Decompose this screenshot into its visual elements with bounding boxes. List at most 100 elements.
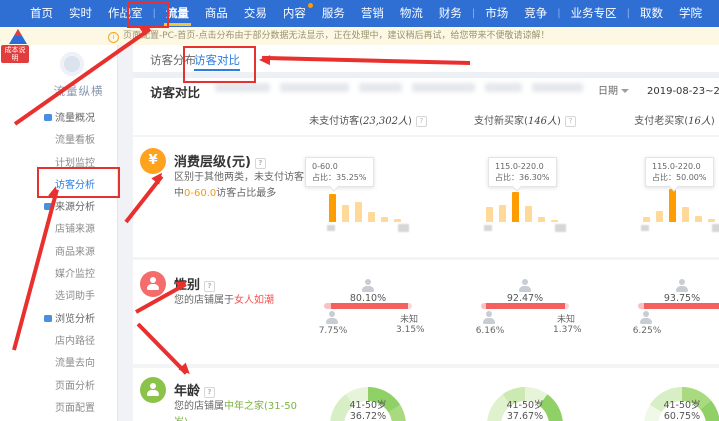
- gender-bar: [324, 303, 412, 309]
- donut-center-value: 60.75%: [650, 411, 714, 421]
- gender-icon: [140, 271, 166, 297]
- sidebar-item-label: 商品来源: [55, 247, 95, 258]
- nav-item-业务专区[interactable]: 业务专区: [563, 0, 625, 27]
- nav-item-营销[interactable]: 营销: [353, 0, 392, 27]
- nav-item-交易[interactable]: 交易: [236, 0, 275, 27]
- sidebar-item[interactable]: 流量去向: [40, 353, 117, 375]
- male-icon: [640, 311, 652, 324]
- bar[interactable]: [368, 212, 375, 222]
- section-divider: [133, 135, 719, 137]
- bar[interactable]: [538, 217, 545, 222]
- desc-text: 访客占比最多: [216, 188, 276, 199]
- bar[interactable]: [695, 216, 702, 222]
- help-icon[interactable]: ?: [565, 116, 576, 127]
- sidebar-item[interactable]: 店铺来源: [40, 219, 117, 241]
- nav-item-流量[interactable]: 流量: [158, 0, 197, 27]
- nav-item-取数[interactable]: 取数: [632, 0, 671, 27]
- bar[interactable]: [486, 207, 493, 222]
- bar-tooltip: 115.0-220.0占比：36.30%: [488, 157, 557, 187]
- unknown-segment: [408, 303, 412, 309]
- nav-divider: |: [625, 8, 632, 19]
- help-icon[interactable]: ?: [204, 387, 215, 398]
- tooltip-range: 0-60.0: [312, 161, 367, 172]
- notice-text: 页面配置-PC-首页-点击分布由于部分数据无法显示，正在处理中，建议稍后再试，给…: [123, 31, 549, 41]
- axis-tick: [484, 225, 492, 231]
- sidebar-item[interactable]: 店内路径: [40, 331, 117, 353]
- sidebar-item[interactable]: 流量概况: [40, 108, 117, 130]
- sidebar-item[interactable]: 选词助手: [40, 286, 117, 308]
- tab-visitor-compare[interactable]: 访客对比: [194, 52, 240, 68]
- donut-center-label: 41-50岁: [493, 397, 557, 411]
- bar[interactable]: [512, 192, 519, 222]
- sidebar-item[interactable]: 来源分析: [40, 197, 117, 219]
- bar[interactable]: [643, 217, 650, 222]
- tab-strip-divider: [133, 72, 719, 78]
- bar[interactable]: [525, 206, 532, 222]
- bar[interactable]: [669, 189, 676, 222]
- notice-bar: i页面配置-PC-首页-点击分布由于部分数据无法显示，正在处理中，建议稍后再试，…: [0, 27, 719, 45]
- male-icon: [326, 311, 338, 324]
- nav-item-竞争[interactable]: 竞争: [516, 0, 555, 27]
- sidebar-title: 流量纵横: [40, 83, 117, 99]
- section-divider: [133, 364, 719, 368]
- tab-active-underline-icon: [194, 69, 240, 71]
- nav-item-作战室[interactable]: 作战室: [100, 0, 151, 27]
- nav-item-内容[interactable]: 内容: [275, 0, 314, 27]
- nav-item-商品[interactable]: 商品: [197, 0, 236, 27]
- corner-badge[interactable]: 成本说明: [1, 45, 29, 63]
- donut-center-value: 36.72%: [336, 411, 400, 421]
- sidebar-item[interactable]: 商品来源: [40, 242, 117, 264]
- sidebar-item[interactable]: 媒介监控: [40, 264, 117, 286]
- sidebar-item[interactable]: 访客分析: [40, 175, 117, 197]
- person-icon: [147, 277, 159, 290]
- sidebar-item[interactable]: 计划监控: [40, 153, 117, 175]
- bar[interactable]: [551, 220, 558, 222]
- sidebar-item[interactable]: 页面配置: [40, 398, 117, 420]
- sidebar-item-label: 流量看板: [55, 135, 95, 146]
- nav-item-服务[interactable]: 服务: [314, 0, 353, 27]
- bar[interactable]: [342, 205, 349, 222]
- unknown-percent: 1.37%: [553, 325, 582, 335]
- bar-tooltip: 0-60.0占比：35.25%: [305, 157, 374, 187]
- nav-item-学院[interactable]: 学院: [671, 0, 710, 27]
- sidebar-item[interactable]: 页面分析: [40, 376, 117, 398]
- sidebar-item[interactable]: 浏览分析: [40, 309, 117, 331]
- bar[interactable]: [329, 194, 336, 222]
- bar[interactable]: [381, 217, 388, 222]
- female-segment: [486, 303, 565, 309]
- nav-item-财务[interactable]: 财务: [431, 0, 470, 27]
- main-content: 访客分布访客对比 访客对比 日期2019-08-23~20 未支付访客(23,3…: [133, 45, 719, 421]
- bar[interactable]: [708, 219, 715, 222]
- desc-text: 女人如潮: [234, 295, 274, 306]
- bar[interactable]: [394, 219, 401, 222]
- top-nav: 首页实时作战室|流量商品交易内容服务营销物流财务|市场竞争|业务专区|取数学院: [0, 0, 719, 27]
- bar[interactable]: [499, 205, 506, 222]
- nav-item-市场[interactable]: 市场: [477, 0, 516, 27]
- bar[interactable]: [355, 202, 362, 222]
- nav-item-首页[interactable]: 首页: [22, 0, 61, 27]
- app-root: 首页实时作战室|流量商品交易内容服务营销物流财务|市场竞争|业务专区|取数学院 …: [0, 0, 719, 421]
- sidebar-item[interactable]: 流量看板: [40, 130, 117, 152]
- help-icon[interactable]: ?: [416, 116, 427, 127]
- help-icon[interactable]: ?: [204, 281, 215, 292]
- nav-item-物流[interactable]: 物流: [392, 0, 431, 27]
- chevron-down-icon: [621, 89, 629, 93]
- tab-visitor-distribution[interactable]: 访客分布: [150, 52, 196, 68]
- desc-text: 0-60.0: [184, 188, 216, 199]
- unknown-label: 未知: [400, 312, 418, 325]
- bar[interactable]: [682, 207, 689, 222]
- nav-item-实时[interactable]: 实时: [61, 0, 100, 27]
- male-percent: 6.16%: [473, 326, 507, 336]
- tooltip-share: 占比：50.00%: [652, 172, 707, 183]
- date-label: 日期: [598, 86, 618, 97]
- help-icon[interactable]: ?: [255, 158, 266, 169]
- age-description: 您的店铺属中年之家(31-50岁): [174, 399, 308, 421]
- male-percent: 7.75%: [316, 326, 350, 336]
- sidebar-divider: [117, 45, 134, 421]
- bar[interactable]: [656, 211, 663, 222]
- date-filter[interactable]: 日期2019-08-23~20: [598, 82, 719, 97]
- sidebar-item-label: 流量概况: [55, 113, 95, 124]
- axis-tick: [327, 225, 335, 231]
- donut-center-label: 41-50岁: [650, 397, 714, 411]
- male-percent: 6.25%: [630, 326, 664, 336]
